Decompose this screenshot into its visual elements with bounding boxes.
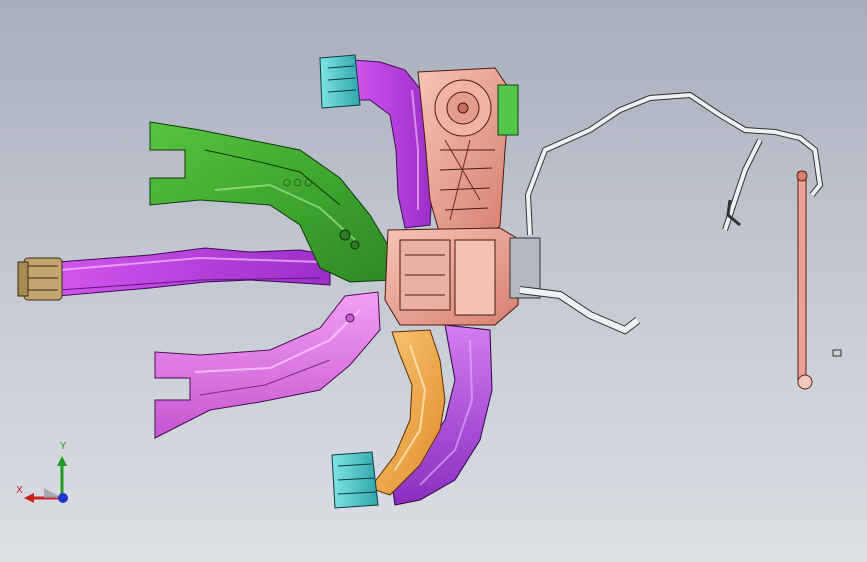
left-center-duct[interactable] — [17, 247, 331, 301]
hvac-assembly-model[interactable]: ○ ○ ○ — [0, 0, 867, 562]
drain-tube[interactable] — [796, 170, 842, 390]
coordinate-triad: X Y — [10, 440, 80, 510]
svg-text:○ ○ ○: ○ ○ ○ — [283, 178, 312, 188]
triad-axes — [24, 456, 68, 503]
x-axis-label: X — [16, 485, 23, 496]
vent-outlet[interactable] — [319, 54, 361, 109]
y-axis-label: Y — [60, 441, 67, 452]
vent-outlet[interactable] — [331, 451, 379, 509]
cad-viewport[interactable]: ○ ○ ○ X Y — [0, 0, 867, 562]
z-axis-dot — [58, 493, 68, 503]
wiring-harness[interactable] — [519, 91, 824, 335]
left-lower-duct[interactable] — [154, 291, 381, 439]
